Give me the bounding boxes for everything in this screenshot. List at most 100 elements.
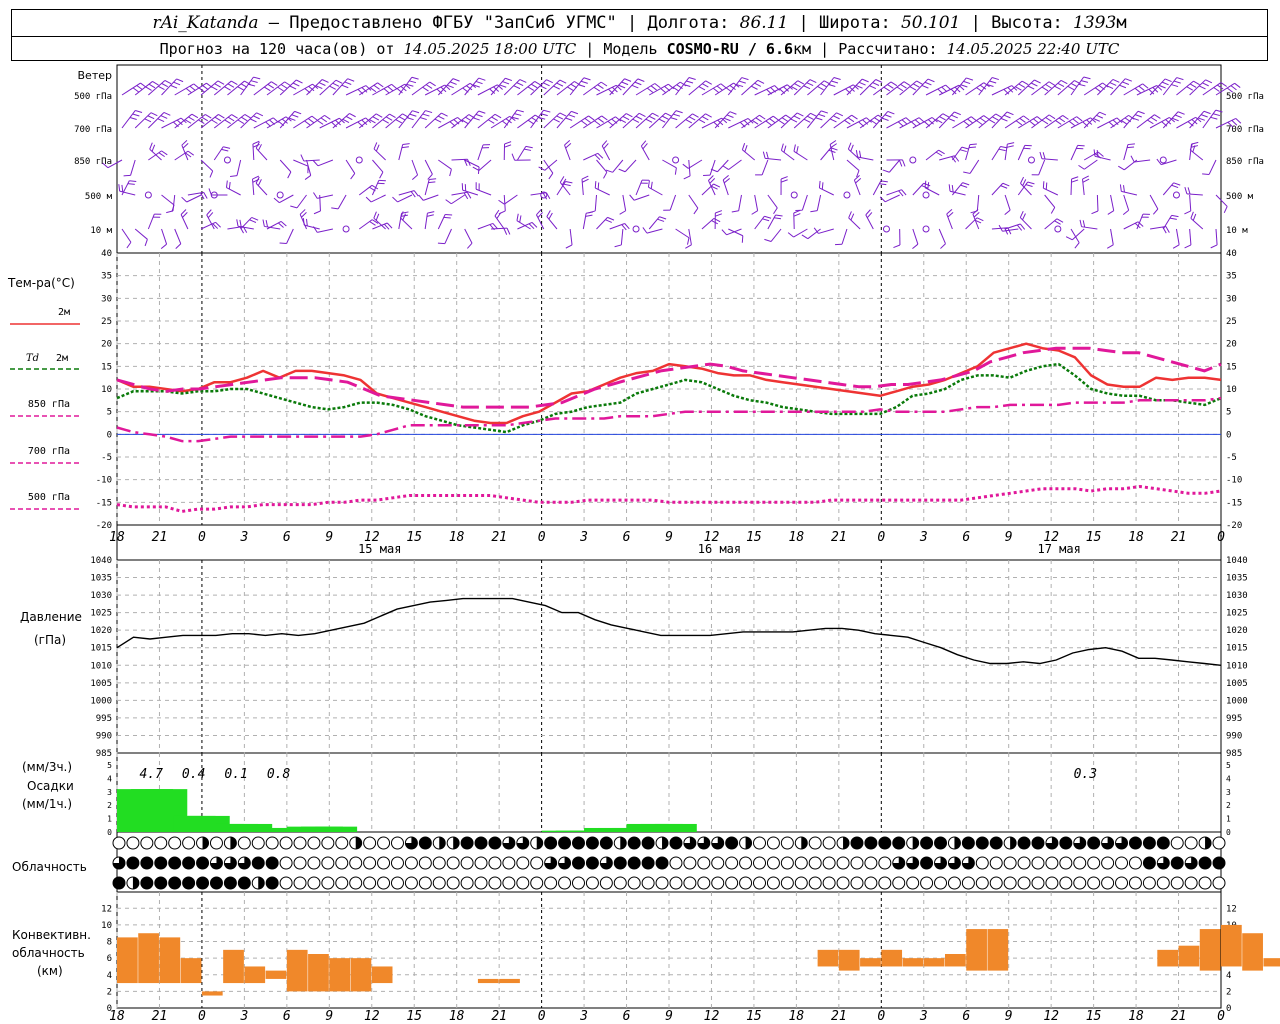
wind-barb-feather <box>1097 151 1104 157</box>
wind-barb-icon <box>1019 217 1032 230</box>
precip-bar <box>315 826 358 832</box>
wind-barb-icon <box>620 228 624 245</box>
wind-barb-icon <box>397 194 413 203</box>
wind-barb-icon <box>807 110 822 129</box>
cloud-cover-fill <box>196 877 209 889</box>
temp-ytick-right--10: -10 <box>1226 476 1242 486</box>
wind-barb-feather <box>1138 85 1145 91</box>
wind-barb-feather <box>534 81 541 86</box>
cloud-cover-fill <box>154 877 167 889</box>
wind-barb-feather <box>580 120 588 126</box>
temp-x-tick-26: 0 <box>1217 530 1225 545</box>
wind-barb-feather <box>686 80 694 84</box>
conv-x-tick-14: 12 <box>704 1009 720 1024</box>
wind-barb-icon <box>213 146 224 161</box>
wind-barb-feather <box>688 116 696 121</box>
wind-barb-feather <box>1082 175 1089 180</box>
wind-barb-feather <box>709 178 716 184</box>
cloud-cover-icon <box>780 856 794 870</box>
wind-barb-feather <box>712 87 720 94</box>
wind-barb-feather <box>564 140 571 146</box>
conv-x-tick-23: 15 <box>1086 1009 1102 1024</box>
cloud-cover-fill <box>266 877 279 889</box>
wind-barb-feather <box>810 210 818 213</box>
wind-barb-icon <box>451 82 471 96</box>
wind-level-right-2: 850 гПа <box>1226 157 1264 167</box>
wind-barb-feather <box>546 210 551 217</box>
cloud-cover-fill <box>182 857 195 869</box>
wind-barb-feather <box>1234 82 1241 88</box>
wind-barb-icon <box>1208 159 1217 175</box>
wind-barb-icon <box>965 144 971 161</box>
wind-barb-feather <box>225 180 228 188</box>
wind-barb-feather <box>1171 214 1179 218</box>
wind-barb-icon <box>675 77 690 96</box>
cloud-cover-fill <box>475 837 488 849</box>
temp-ytick-left-35: 35 <box>101 272 112 282</box>
cloud-cover-icon <box>766 876 780 890</box>
calm-wind-icon <box>909 156 917 164</box>
wind-barb-icon <box>1070 178 1073 196</box>
wind-barb-feather <box>817 86 824 91</box>
wind-barb-feather <box>144 239 148 247</box>
wind-barb-icon <box>1041 158 1058 161</box>
cloud-cover-icon <box>502 856 516 870</box>
cloud-cover-fill <box>572 837 585 849</box>
cloud-cover-fill <box>196 857 209 869</box>
wind-barb-icon <box>819 187 834 196</box>
wind-barb-feather <box>203 192 208 199</box>
wind-barb-feather <box>924 81 932 86</box>
wind-barb-feather <box>344 81 352 85</box>
convective-bar <box>286 949 308 992</box>
wind-barb-feather <box>918 117 925 123</box>
wind-barb-feather <box>429 178 437 181</box>
wind-barb-feather <box>722 175 729 181</box>
wind-barb-icon <box>754 215 765 230</box>
wind-barb-icon <box>306 159 312 176</box>
wind-barb-icon <box>424 213 428 230</box>
wind-barb-feather <box>626 113 633 118</box>
wind-barb-feather <box>797 80 805 85</box>
cloud-cover-fill <box>920 857 933 869</box>
wind-barb-feather <box>531 222 538 228</box>
wind-barb-feather <box>513 85 521 90</box>
wind-barb-feather <box>1019 210 1024 218</box>
cloud-cover-icon <box>1115 876 1129 890</box>
wind-barb-feather <box>411 174 418 180</box>
conv-ytick-left-4: 4 <box>107 971 112 981</box>
wind-barb-feather <box>257 144 262 151</box>
temp-ytick-left-5: 5 <box>107 408 112 418</box>
calm-wind-icon <box>1054 225 1062 233</box>
wind-barb-icon <box>601 145 611 161</box>
wind-barb-feather <box>1161 121 1168 127</box>
wind-barb-icon <box>793 150 808 161</box>
wind-barb-feather <box>1161 81 1169 86</box>
cloud-cover-fill <box>656 857 669 869</box>
cloud-cover-icon <box>864 876 878 890</box>
convective-bar <box>329 958 351 992</box>
wind-barb-feather <box>723 117 731 122</box>
wind-barb-icon <box>888 159 901 173</box>
wind-barb-feather <box>921 84 929 89</box>
wind-barb-feather <box>478 110 486 114</box>
pres-unit: (гПа) <box>34 633 66 647</box>
wind-barb-feather <box>658 118 666 123</box>
wind-barb-icon <box>544 159 558 171</box>
wind-barb-icon <box>206 214 215 230</box>
wind-barb-icon <box>293 83 313 96</box>
wind-barb-feather <box>1027 181 1035 185</box>
wind-barb-feather <box>833 77 841 80</box>
wind-barb-feather <box>478 77 486 81</box>
wind-barb-feather <box>382 119 389 124</box>
convective-bar <box>1178 945 1200 967</box>
wind-barb-feather <box>491 116 498 121</box>
cloud-cover-icon <box>460 856 474 870</box>
wind-barb-feather <box>230 175 238 178</box>
wind-barb-feather <box>632 118 640 123</box>
wind-barb-icon <box>1043 187 1059 196</box>
cloud-cover-icon <box>558 876 572 890</box>
wind-barb-icon <box>924 187 940 196</box>
wind-barb-feather <box>698 119 706 124</box>
wind-barb-icon <box>622 194 627 211</box>
pres-ytick-right-995: 995 <box>1226 714 1242 724</box>
